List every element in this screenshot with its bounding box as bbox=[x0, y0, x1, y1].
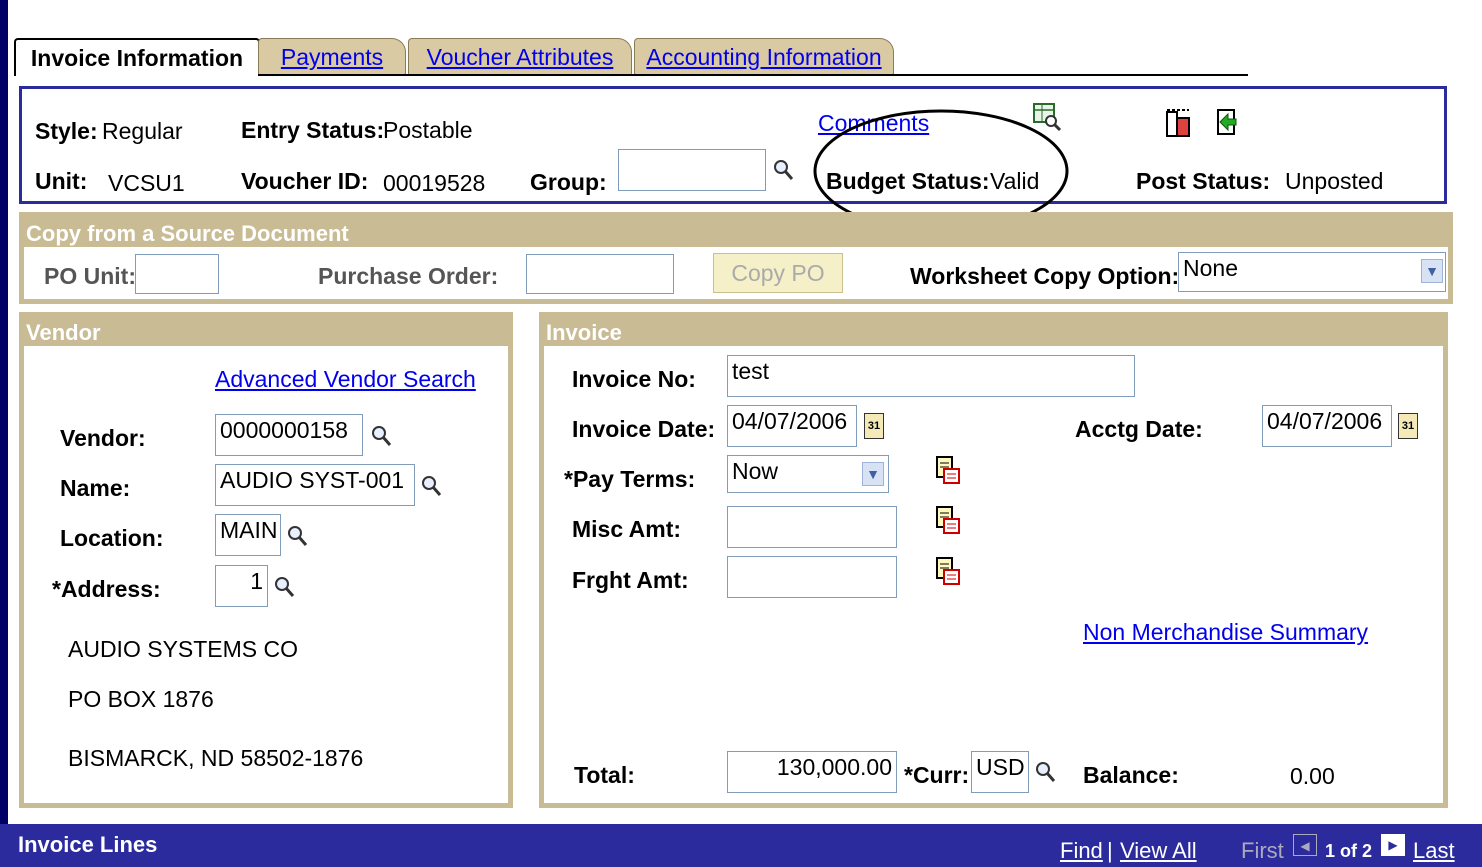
address-label: *Address: bbox=[52, 576, 161, 602]
vendor-address-line: AUDIO SYSTEMS CO bbox=[68, 636, 299, 662]
invoice-title: Invoice bbox=[546, 320, 622, 345]
post-status-value: Unposted bbox=[1285, 168, 1384, 194]
location-label: Location: bbox=[60, 525, 164, 551]
group-label: Group: bbox=[530, 169, 607, 195]
acctg-date-input[interactable]: 04/07/2006 bbox=[1262, 405, 1392, 447]
total-input[interactable]: 130,000.00 bbox=[727, 751, 897, 793]
document-green-arrow-icon[interactable] bbox=[1214, 108, 1240, 138]
vendor-lookup-icon[interactable] bbox=[370, 424, 392, 448]
name-lookup-icon[interactable] bbox=[420, 474, 442, 498]
tab-label: Invoice Information bbox=[30, 44, 244, 71]
currency-lookup-icon[interactable] bbox=[1034, 760, 1056, 784]
chevron-down-icon[interactable]: ▼ bbox=[1421, 259, 1443, 283]
misc-amt-label: Misc Amt: bbox=[572, 516, 682, 542]
document-split-icon[interactable] bbox=[1165, 108, 1191, 138]
currency-label: *Curr: bbox=[904, 762, 970, 788]
worksheet-copy-option-label: Worksheet Copy Option: bbox=[910, 263, 1180, 289]
pay-terms-value: Now bbox=[732, 458, 779, 484]
post-status-label: Post Status: bbox=[1136, 168, 1271, 194]
location-lookup-icon[interactable] bbox=[286, 524, 308, 548]
copy-source-title: Copy from a Source Document bbox=[26, 221, 349, 246]
tab-label: Payments bbox=[280, 43, 384, 70]
unit-label: Unit: bbox=[35, 168, 88, 194]
acctg-date-label: Acctg Date: bbox=[1075, 416, 1203, 442]
invoice-date-label: Invoice Date: bbox=[572, 416, 716, 442]
vendor-input[interactable]: 0000000158 bbox=[215, 414, 363, 456]
frght-amt-label: Frght Amt: bbox=[572, 567, 689, 593]
address-input[interactable]: 1 bbox=[215, 565, 268, 607]
style-value: Regular bbox=[102, 118, 183, 144]
location-input[interactable]: MAIN bbox=[215, 514, 281, 556]
name-label: Name: bbox=[60, 475, 131, 501]
vendor-address-line: BISMARCK, ND 58502-1876 bbox=[68, 745, 364, 771]
po-unit-input[interactable] bbox=[135, 254, 219, 294]
calendar-icon[interactable]: 31 bbox=[1398, 413, 1418, 439]
balance-label: Balance: bbox=[1083, 762, 1179, 788]
group-input[interactable] bbox=[618, 149, 766, 191]
worksheet-copy-option-value: None bbox=[1183, 255, 1238, 281]
po-unit-label: PO Unit: bbox=[44, 263, 136, 289]
misc-amt-input[interactable] bbox=[727, 506, 897, 548]
entry-status-value: Postable bbox=[383, 117, 473, 143]
voucher-id-value: 00019528 bbox=[383, 170, 486, 196]
last-link[interactable]: Last bbox=[1413, 838, 1455, 864]
total-label: Total: bbox=[574, 762, 635, 788]
currency-input[interactable]: USD bbox=[971, 751, 1029, 793]
invoice-lines-title: Invoice Lines bbox=[18, 832, 158, 857]
vendor-title: Vendor bbox=[26, 320, 101, 345]
tab-accounting-information[interactable]: Accounting Information bbox=[634, 38, 894, 75]
tab-baseline bbox=[258, 74, 1248, 76]
worksheet-copy-option-select[interactable]: None bbox=[1178, 252, 1446, 292]
non-merchandise-summary-link[interactable]: Non Merchandise Summary bbox=[1083, 619, 1368, 646]
note-details-icon[interactable] bbox=[935, 455, 961, 485]
note-details-icon[interactable] bbox=[935, 556, 961, 586]
unit-value: VCSU1 bbox=[108, 170, 185, 196]
next-arrow-icon[interactable]: ▶ bbox=[1381, 834, 1405, 856]
tab-voucher-attributes[interactable]: Voucher Attributes bbox=[408, 38, 632, 75]
find-link[interactable]: Find bbox=[1060, 838, 1103, 864]
first-label: First bbox=[1241, 838, 1284, 863]
note-details-icon[interactable] bbox=[935, 505, 961, 535]
pay-terms-label: *Pay Terms: bbox=[564, 466, 696, 492]
vendor-address-line: PO BOX 1876 bbox=[68, 686, 214, 712]
tab-label: Accounting Information bbox=[646, 43, 882, 70]
group-lookup-icon[interactable] bbox=[772, 158, 794, 182]
invoice-date-input[interactable]: 04/07/2006 bbox=[727, 405, 857, 447]
invoice-no-label: Invoice No: bbox=[572, 366, 696, 392]
tab-invoice-information[interactable]: Invoice Information bbox=[14, 38, 260, 76]
copy-po-button[interactable]: Copy PO bbox=[713, 253, 843, 293]
frght-amt-input[interactable] bbox=[727, 556, 897, 598]
view-all-link[interactable]: View All bbox=[1120, 838, 1197, 864]
name-input[interactable]: AUDIO SYST-001 bbox=[215, 464, 415, 506]
address-lookup-icon[interactable] bbox=[273, 575, 295, 599]
vendor-label: Vendor: bbox=[60, 425, 146, 451]
purchase-order-input[interactable] bbox=[526, 254, 674, 294]
style-label: Style: bbox=[35, 118, 98, 144]
balance-value: 0.00 bbox=[1290, 763, 1335, 789]
previous-arrow-icon[interactable]: ◀ bbox=[1293, 834, 1317, 856]
page-indicator: 1 of 2 bbox=[1325, 841, 1373, 861]
purchase-order-label: Purchase Order: bbox=[318, 263, 499, 289]
chevron-down-icon[interactable]: ▼ bbox=[862, 462, 884, 486]
tab-payments[interactable]: Payments bbox=[258, 38, 406, 75]
calendar-icon[interactable]: 31 bbox=[864, 413, 884, 439]
advanced-vendor-search-link[interactable]: Advanced Vendor Search bbox=[215, 366, 476, 393]
link-separator: | bbox=[1107, 838, 1113, 863]
entry-status-label: Entry Status: bbox=[241, 117, 385, 143]
tab-label: Voucher Attributes bbox=[426, 43, 614, 70]
voucher-id-label: Voucher ID: bbox=[241, 168, 369, 194]
invoice-no-input[interactable]: test bbox=[727, 355, 1135, 397]
